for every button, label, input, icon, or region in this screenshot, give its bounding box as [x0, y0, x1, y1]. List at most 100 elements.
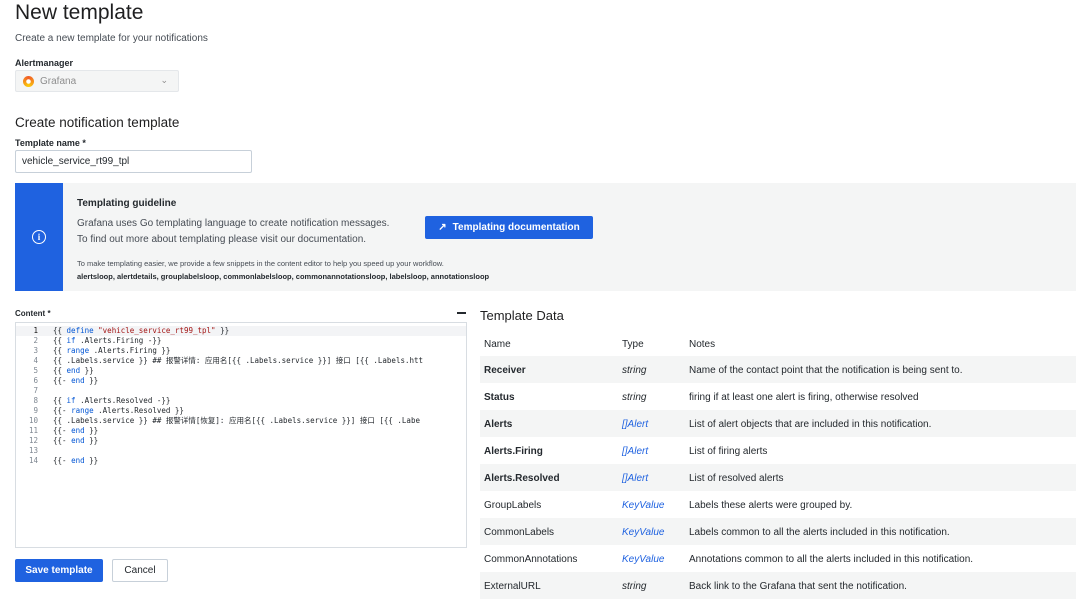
code-line[interactable]: 5 {{ end }}: [16, 366, 466, 376]
code-line[interactable]: 6 {{- end }}: [16, 376, 466, 386]
code-line[interactable]: 2 {{ if .Alerts.Firing -}}: [16, 336, 466, 346]
template-name-input[interactable]: vehicle_service_rt99_tpl: [15, 150, 252, 173]
code-line[interactable]: 14 {{- end }}: [16, 456, 466, 466]
cell-name: GroupLabels: [484, 500, 542, 511]
cell-notes: Labels these alerts were grouped by.: [689, 500, 853, 511]
template-data-table: Name Type Notes Receiver string Name of th…: [480, 330, 1076, 599]
snippets-intro: To make templating easier, we provide a …: [77, 259, 444, 268]
code-text: {{ .Labels.service }} ## 报警详情[恢复]: 应用名[{…: [53, 416, 420, 425]
code-line[interactable]: 3 {{ range .Alerts.Firing }}: [16, 346, 466, 356]
code-text: {{- end }}: [53, 376, 99, 385]
code-text: {{- end }}: [53, 456, 99, 465]
table-row: Receiver string Name of the contact point …: [480, 356, 1076, 383]
cell-notes: List of resolved alerts: [689, 473, 784, 484]
cell-type[interactable]: []Alert: [622, 419, 648, 430]
save-template-button[interactable]: Save template: [15, 559, 103, 582]
line-number: 10: [28, 416, 38, 425]
code-text: {{- end }}: [53, 436, 99, 445]
cell-name: Alerts.Firing: [484, 446, 543, 457]
code-line[interactable]: 7: [16, 386, 466, 396]
editor-minimize-icon[interactable]: [457, 312, 466, 314]
cancel-button[interactable]: Cancel: [112, 559, 168, 582]
line-number: 3: [33, 346, 38, 355]
line-number: 12: [28, 436, 38, 445]
cell-type[interactable]: KeyValue: [622, 527, 664, 538]
line-number: 8: [33, 396, 38, 405]
line-number: 5: [33, 366, 38, 375]
code-line[interactable]: 4 {{ .Labels.service }} ## 报警详情: 应用名[{{ .…: [16, 356, 466, 366]
line-number: 6: [33, 376, 38, 385]
header-notes: Notes: [689, 339, 716, 350]
alertmanager-value: Grafana: [40, 75, 77, 87]
chevron-down-icon: ⌄: [160, 75, 168, 85]
line-number: 13: [28, 446, 38, 455]
templating-documentation-button[interactable]: ↗ Templating documentation: [425, 216, 593, 239]
cell-name: Alerts.Resolved: [484, 473, 560, 484]
code-line[interactable]: 12 {{- end }}: [16, 436, 466, 446]
header-type: Type: [622, 339, 644, 350]
code-text: {{ define "vehicle_service_rt99_tpl" }}: [53, 326, 230, 335]
cell-name: CommonAnnotations: [484, 554, 578, 565]
code-line[interactable]: 9 {{- range .Alerts.Resolved }}: [16, 406, 466, 416]
cell-notes: Name of the contact point that the notif…: [689, 365, 963, 376]
code-editor[interactable]: 1 {{ define "vehicle_service_rt99_tpl" }}…: [15, 322, 467, 548]
cell-name: Alerts: [484, 419, 513, 430]
table-row: Alerts.Firing []Alert List of firing alert…: [480, 437, 1076, 464]
table-row: ExternalURL string Back link to the Grafan…: [480, 572, 1076, 599]
table-row: Alerts []Alert List of alert objects that …: [480, 410, 1076, 437]
cell-name: ExternalURL: [484, 581, 541, 592]
cell-notes: Back link to the Grafana that sent the n…: [689, 581, 907, 592]
cell-notes: List of alert objects that are included …: [689, 419, 932, 430]
line-number: 7: [33, 386, 38, 395]
table-row: CommonAnnotations KeyValue Annotations com…: [480, 545, 1076, 572]
cell-type[interactable]: KeyValue: [622, 554, 664, 565]
cell-notes: Annotations common to all the alerts inc…: [689, 554, 974, 565]
code-line[interactable]: 13: [16, 446, 466, 456]
snippets-list: alertsloop, alertdetails, grouplabelsloo…: [77, 272, 490, 281]
guideline-title: Templating guideline: [77, 198, 177, 209]
cell-name: Receiver: [484, 365, 526, 376]
line-number: 14: [28, 456, 38, 465]
table-row: Alerts.Resolved []Alert List of resolved a…: [480, 464, 1076, 491]
table-header: Name Type Notes: [480, 330, 1076, 356]
guideline-accent-bar: i: [15, 183, 63, 291]
alertmanager-select[interactable]: Grafana ⌄: [15, 70, 179, 92]
code-text: {{- end }}: [53, 426, 99, 435]
cell-name: Status: [484, 392, 515, 403]
code-text: {{ if .Alerts.Firing -}}: [53, 336, 162, 345]
cell-type: string: [622, 365, 647, 376]
line-number: 9: [33, 406, 38, 415]
code-text: {{- range .Alerts.Resolved }}: [53, 406, 184, 415]
cell-type[interactable]: KeyValue: [622, 500, 664, 511]
header-name: Name: [484, 339, 511, 350]
code-line[interactable]: 1 {{ define "vehicle_service_rt99_tpl" }}: [16, 326, 466, 336]
code-text: {{ end }}: [53, 366, 94, 375]
cell-notes: Labels common to all the alerts included…: [689, 527, 950, 538]
line-number: 1: [33, 326, 38, 335]
code-text: {{ if .Alerts.Resolved -}}: [53, 396, 171, 405]
cell-type[interactable]: []Alert: [622, 446, 648, 457]
page-title: New template: [15, 1, 144, 24]
line-number: 11: [28, 426, 38, 435]
cell-type[interactable]: []Alert: [622, 473, 648, 484]
alertmanager-label: Alertmanager: [15, 58, 74, 68]
guideline-text-1: Grafana uses Go templating language to c…: [77, 218, 390, 229]
code-text: {{ range .Alerts.Firing }}: [53, 346, 171, 355]
templating-guideline-panel: i Templating guideline Grafana uses Go t…: [15, 183, 1076, 291]
template-name-label: Template name *: [15, 138, 86, 148]
line-number: 4: [33, 356, 38, 365]
external-link-icon: ↗: [438, 222, 447, 233]
cell-name: CommonLabels: [484, 527, 555, 538]
template-data-title: Template Data: [480, 308, 564, 323]
code-line[interactable]: 10 {{ .Labels.service }} ## 报警详情[恢复]: 应用名…: [16, 416, 466, 426]
content-label: Content *: [15, 309, 51, 318]
grafana-logo-icon: [23, 75, 34, 87]
table-row: Status string firing if at least one alert…: [480, 383, 1076, 410]
code-line[interactable]: 11 {{- end }}: [16, 426, 466, 436]
section-title: Create notification template: [15, 115, 180, 130]
code-line[interactable]: 8 {{ if .Alerts.Resolved -}}: [16, 396, 466, 406]
cell-notes: List of firing alerts: [689, 446, 768, 457]
guideline-text-2: To find out more about templating please…: [77, 234, 367, 245]
line-number: 2: [33, 336, 38, 345]
cell-type: string: [622, 392, 647, 403]
